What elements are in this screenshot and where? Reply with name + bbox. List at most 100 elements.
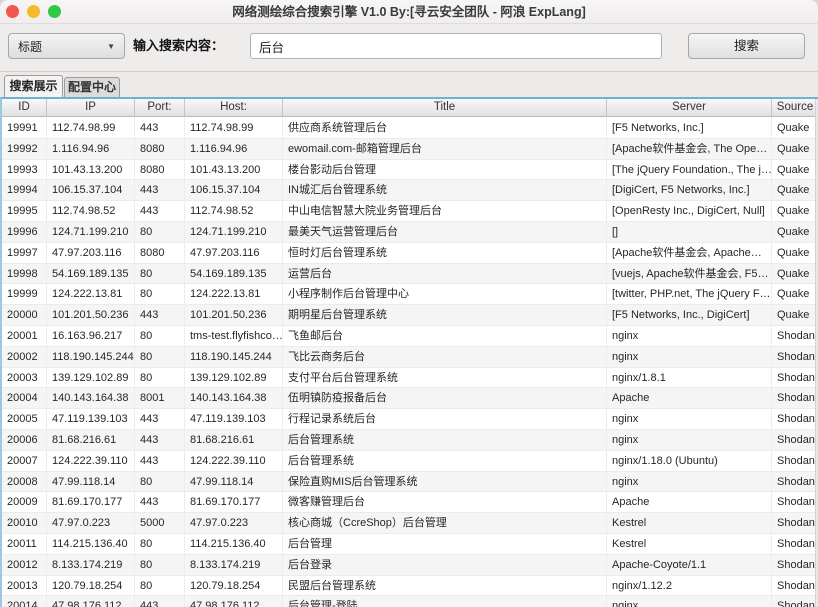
table-row[interactable]: 19991 112.74.98.99 443 112.74.98.99 供应商系统管理后… bbox=[2, 118, 818, 139]
column-header-0[interactable]: ID bbox=[2, 99, 47, 116]
table-row[interactable]: 20008 47.99.118.14 80 47.99.118.14 保险直购MIS后台… bbox=[2, 471, 818, 493]
table-row[interactable]: 20000 101.201.50.236 443 101.201.50.236 期明星后… bbox=[2, 305, 818, 326]
table-cell: 443 bbox=[135, 118, 185, 139]
tab-search-display[interactable]: 搜索展示 bbox=[4, 75, 63, 97]
search-field-select[interactable]: 标题 ▼ bbox=[8, 33, 125, 59]
table-cell: 47.97.0.223 bbox=[47, 513, 135, 534]
table-cell: IN城汇后台管理系统 bbox=[283, 180, 607, 202]
table-cell: 101.43.13.200 bbox=[47, 159, 135, 181]
table-cell: nginx bbox=[607, 596, 772, 607]
table-cell: 443 bbox=[135, 596, 185, 607]
table-row[interactable]: 20001 16.163.96.217 80 tms-test.flyfishco… 飞… bbox=[2, 325, 818, 347]
table-row[interactable]: 19993 101.43.13.200 8080 101.43.13.200 楼台影动后… bbox=[2, 159, 818, 181]
table-row[interactable]: 19999 124.222.13.81 80 124.222.13.81 小程序制作后台… bbox=[2, 284, 818, 306]
table-cell: 47.119.139.103 bbox=[47, 409, 135, 430]
table-cell: 8001 bbox=[135, 388, 185, 410]
column-header-2[interactable]: Port: bbox=[135, 99, 185, 116]
search-input-label: 输入搜索内容： bbox=[133, 38, 225, 53]
table-cell: 443 bbox=[135, 180, 185, 202]
table-cell: 47.98.176.112 bbox=[47, 596, 135, 607]
table-cell: Quake bbox=[772, 180, 818, 202]
tab-config-center[interactable]: 配置中心 bbox=[64, 77, 120, 97]
column-header-1[interactable]: IP bbox=[47, 99, 135, 116]
table-cell: nginx/1.18.0 (Ubuntu) bbox=[607, 450, 772, 472]
table-cell: 20012 bbox=[2, 554, 47, 576]
table-cell: Shodan bbox=[772, 451, 818, 472]
table-row[interactable]: 19994 106.15.37.104 443 106.15.37.104 IN城汇后台… bbox=[2, 180, 818, 202]
column-header-5[interactable]: Server bbox=[607, 99, 772, 116]
search-toolbar: 标题 ▼ 输入搜索内容： 搜索 bbox=[0, 24, 818, 72]
table-cell: 期明星后台管理系统 bbox=[283, 305, 607, 326]
table-row[interactable]: 20011 114.215.136.40 80 114.215.136.40 后台管理 K… bbox=[2, 533, 818, 555]
table-row[interactable]: 19992 1.116.94.96 8080 1.116.94.96 ewomail.c… bbox=[2, 138, 818, 160]
table-cell: 后台管理 bbox=[283, 533, 607, 555]
table-cell: 120.79.18.254 bbox=[185, 575, 283, 597]
table-cell: Shodan bbox=[772, 555, 818, 576]
table-cell: 81.69.170.177 bbox=[47, 492, 135, 514]
table-row[interactable]: 19998 54.169.189.135 80 54.169.189.135 运营后台[… bbox=[2, 263, 818, 285]
table-cell: Quake bbox=[772, 243, 818, 264]
table-row[interactable]: 20009 81.69.170.177 443 81.69.170.177 微客赚管理后… bbox=[2, 492, 818, 514]
table-cell: 139.129.102.89 bbox=[185, 367, 283, 389]
table-cell: [OpenResty Inc., DigiCert, Null] bbox=[607, 201, 772, 222]
table-row[interactable]: 20004 140.143.164.38 8001 140.143.164.38 伍明镇… bbox=[2, 388, 818, 410]
table-row[interactable]: 20013 120.79.18.254 80 120.79.18.254 民盟后台管理系… bbox=[2, 575, 818, 597]
column-header-3[interactable]: Host: bbox=[185, 99, 283, 116]
table-cell: nginx bbox=[607, 429, 772, 451]
table-cell: Quake bbox=[772, 118, 818, 139]
table-cell: 80 bbox=[135, 284, 185, 306]
table-cell: 47.99.118.14 bbox=[47, 471, 135, 493]
table-cell: Kestrel bbox=[607, 533, 772, 555]
table-cell: 47.97.203.116 bbox=[185, 242, 283, 264]
table-cell: 139.129.102.89 bbox=[47, 367, 135, 389]
table-cell: 81.68.216.61 bbox=[47, 429, 135, 451]
table-cell: Kestrel bbox=[607, 513, 772, 534]
table-cell: 20002 bbox=[2, 346, 47, 368]
table-cell: [F5 Networks, Inc.] bbox=[607, 118, 772, 139]
column-header-4[interactable]: Title bbox=[283, 99, 607, 116]
table-cell: 16.163.96.217 bbox=[47, 325, 135, 347]
table-cell: nginx/1.12.2 bbox=[607, 575, 772, 597]
table-row[interactable]: 19996 124.71.199.210 80 124.71.199.210 最美天气运… bbox=[2, 221, 818, 243]
table-cell: 101.43.13.200 bbox=[185, 159, 283, 181]
table-cell: Shodan bbox=[772, 368, 818, 389]
table-row[interactable]: 20005 47.119.139.103 443 47.119.139.103 行程记录… bbox=[2, 409, 818, 430]
table-row[interactable]: 20003 139.129.102.89 80 139.129.102.89 支付平台后… bbox=[2, 367, 818, 389]
search-button[interactable]: 搜索 bbox=[688, 33, 805, 59]
table-cell: Quake bbox=[772, 160, 818, 181]
table-cell: 楼台影动后台管理 bbox=[283, 159, 607, 181]
column-header-6[interactable]: Source bbox=[772, 99, 818, 116]
table-cell: 81.68.216.61 bbox=[185, 429, 283, 451]
table-cell: 1.116.94.96 bbox=[47, 138, 135, 160]
table-cell: 后台登录 bbox=[283, 554, 607, 576]
table-row[interactable]: 20012 8.133.174.219 80 8.133.174.219 后台登录 Apa… bbox=[2, 554, 818, 576]
table-cell: Apache bbox=[607, 388, 772, 410]
table-row[interactable]: 19997 47.97.203.116 8080 47.97.203.116 恒时灯后台… bbox=[2, 242, 818, 264]
table-cell: 19994 bbox=[2, 180, 47, 202]
table-cell: 443 bbox=[135, 429, 185, 451]
table-row[interactable]: 20002 118.190.145.244 80 118.190.145.244 飞比云… bbox=[2, 346, 818, 368]
table-cell: Quake bbox=[772, 305, 818, 326]
table-cell: 20004 bbox=[2, 388, 47, 410]
table-cell: Quake bbox=[772, 264, 818, 285]
table-row[interactable]: 20006 81.68.216.61 443 81.68.216.61 后台管理系统 ng… bbox=[2, 429, 818, 451]
tab-bar: 搜索展示 配置中心 bbox=[0, 72, 818, 97]
table-cell: 124.222.39.110 bbox=[47, 450, 135, 472]
table-cell: 112.74.98.52 bbox=[47, 201, 135, 222]
table-cell: tms-test.flyfishco… bbox=[185, 325, 283, 347]
search-field-value: 标题 bbox=[18, 39, 43, 54]
table-cell: 443 bbox=[135, 492, 185, 514]
title-bar: 网络测绘综合搜索引擎 V1.0 By:[寻云安全团队 - 阿浪 ExpLang] bbox=[0, 0, 818, 24]
table-row[interactable]: 20014 47.98.176.112 443 47.98.176.112 后台管理-登… bbox=[2, 596, 818, 607]
table-row[interactable]: 20010 47.97.0.223 5000 47.97.0.223 核心商城（Ccre… bbox=[2, 513, 818, 534]
table-cell: 小程序制作后台管理中心 bbox=[283, 284, 607, 306]
table-cell: Quake bbox=[772, 139, 818, 160]
table-cell: 后台管理系统 bbox=[283, 429, 607, 451]
table-cell: 伍明镇防疫报备后台 bbox=[283, 388, 607, 410]
table-cell: 20006 bbox=[2, 429, 47, 451]
table-cell: 47.97.203.116 bbox=[47, 242, 135, 264]
table-row[interactable]: 20007 124.222.39.110 443 124.222.39.110 后台管理… bbox=[2, 450, 818, 472]
table-cell: 101.201.50.236 bbox=[47, 305, 135, 326]
search-input[interactable] bbox=[250, 33, 662, 59]
table-row[interactable]: 19995 112.74.98.52 443 112.74.98.52 中山电信智慧大院… bbox=[2, 201, 818, 222]
